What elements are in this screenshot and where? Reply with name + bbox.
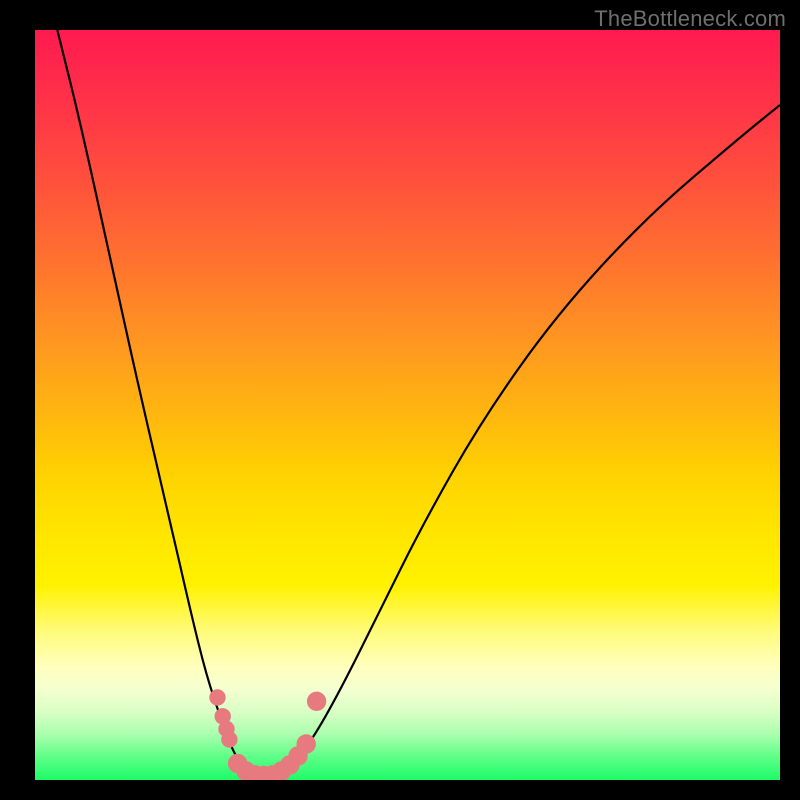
marker-left-cluster-4 <box>221 731 237 747</box>
marker-right-rise-2 <box>297 734 316 753</box>
chart-frame: TheBottleneck.com <box>0 0 800 800</box>
curve-layer <box>35 30 780 780</box>
bottleneck-curve <box>57 30 780 776</box>
watermark-text: TheBottleneck.com <box>594 6 786 32</box>
marker-right-outlier <box>307 692 326 711</box>
marker-left-cluster-1 <box>209 689 225 705</box>
plot-area <box>35 30 780 780</box>
marker-layer <box>209 689 326 780</box>
